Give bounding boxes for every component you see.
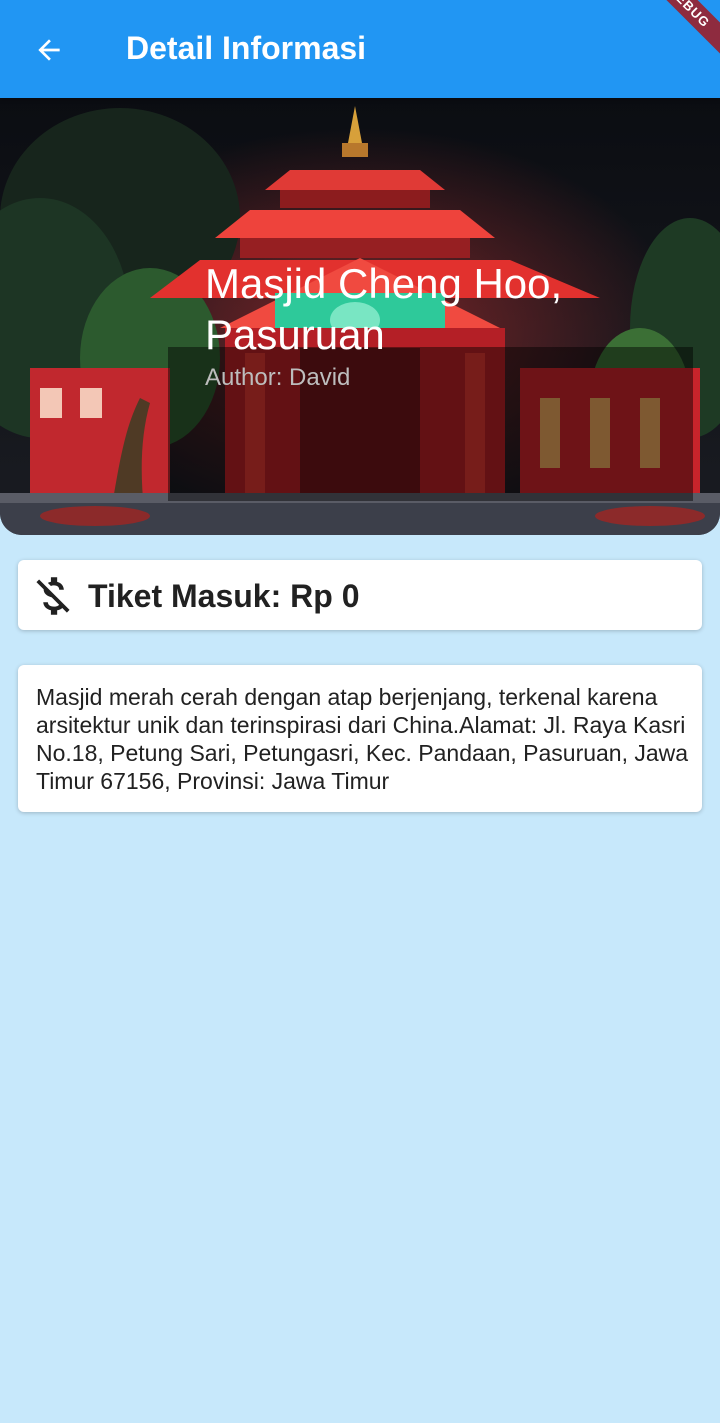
description-text: Masjid merah cerah dengan atap berjenjan… (36, 684, 689, 794)
place-title: Masjid Cheng Hoo, Pasuruan (205, 260, 563, 358)
debug-banner: DEBUG (628, 0, 720, 68)
back-button[interactable] (22, 25, 76, 75)
page-title: Detail Informasi (126, 30, 367, 66)
author-label: Author: David (205, 364, 351, 391)
app-bar: Detail Informasi DEBUG (0, 0, 720, 98)
ticket-price: Tiket Masuk: Rp 0 (88, 578, 360, 614)
money-off-icon (36, 577, 70, 615)
arrow-back-icon (38, 39, 60, 61)
